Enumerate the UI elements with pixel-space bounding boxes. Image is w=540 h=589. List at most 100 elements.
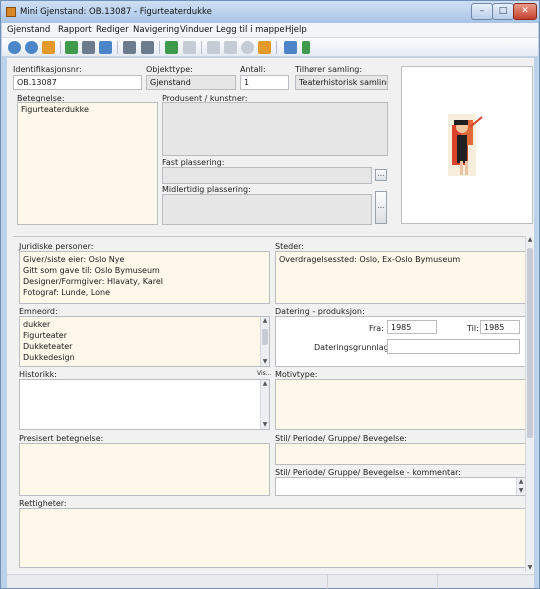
rettigheter-label: Rettigheter: — [19, 499, 67, 508]
document-icon[interactable] — [99, 41, 112, 54]
juridiske-personer-field[interactable]: Giver/siste eier: Oslo Nye Gitt som gave… — [19, 251, 270, 304]
app-icon — [6, 7, 16, 17]
app-window: Mini Gjenstand: OB.13087 - Figurteaterdu… — [0, 0, 540, 589]
stil-kommentar-spinner[interactable]: ▲ ▼ — [516, 478, 525, 495]
copy-record-icon[interactable] — [82, 41, 95, 54]
scroll-up-icon[interactable]: ▲ — [526, 236, 534, 244]
scroll-down-icon[interactable]: ▼ — [261, 358, 269, 366]
betegnelse-field[interactable]: Figurteaterdukke — [17, 102, 158, 225]
list-view-icon[interactable] — [123, 41, 136, 54]
objekttype-field[interactable]: Gjenstand — [146, 75, 236, 90]
midlertidig-plassering-browse-button[interactable]: ... — [375, 191, 387, 224]
zoom-in-icon[interactable] — [8, 41, 21, 54]
stil-field[interactable] — [275, 443, 526, 465]
produsent-field[interactable] — [162, 102, 388, 156]
tilhorer-samling-field[interactable]: Teaterhistorisk samling — [295, 75, 388, 90]
stil-label: Stil/ Periode/ Gruppe/ Bevegelse: — [275, 434, 407, 443]
emneord-item[interactable]: Dukkedesign — [23, 352, 257, 363]
juridiske-personer-label: Juridiske personer: — [19, 242, 94, 251]
fast-plassering-field[interactable] — [162, 167, 372, 184]
antall-label: Antall: — [240, 65, 266, 74]
maximize-button[interactable]: □ — [492, 3, 514, 20]
status-separator — [437, 575, 438, 589]
juridisk-person-line: Designer/Formgiver: Hlavaty, Karel — [23, 277, 164, 286]
fast-plassering-browse-button[interactable]: ... — [375, 169, 387, 181]
identifikasjonsnr-label: Identifikasjonsnr: — [13, 65, 82, 74]
minimize-icon: – — [479, 6, 485, 16]
presisert-betegnelse-field[interactable] — [19, 443, 270, 496]
midlertidig-plassering-field[interactable] — [162, 194, 372, 225]
edit-icon[interactable] — [207, 41, 220, 54]
object-image[interactable] — [401, 66, 533, 224]
fast-plassering-label: Fast plassering: — [162, 158, 225, 167]
toolbar-separator — [159, 41, 160, 54]
title-bar[interactable]: Mini Gjenstand: OB.13087 - Figurteaterdu… — [1, 1, 539, 23]
toolbar — [2, 38, 538, 57]
cancel-icon[interactable] — [241, 41, 254, 54]
toolbar-separator — [201, 41, 202, 54]
close-icon: ✕ — [521, 6, 529, 16]
rettigheter-field[interactable] — [19, 508, 526, 568]
scroll-down-icon[interactable]: ▼ — [261, 421, 269, 429]
antall-field[interactable]: 1 — [240, 75, 289, 90]
emneord-list[interactable]: dukker Figurteater Dukketeater Dukkedesi… — [19, 316, 270, 367]
menu-bar: Gjenstand Rapport Rediger Navigering Vin… — [2, 23, 538, 38]
spin-down-icon[interactable]: ▼ — [517, 487, 525, 495]
til-field[interactable]: 1985 — [480, 320, 520, 334]
motivtype-label: Motivtype: — [275, 370, 318, 379]
motivtype-field[interactable] — [275, 379, 526, 430]
menu-gjenstand[interactable]: Gjenstand — [7, 25, 50, 35]
historikk-field[interactable] — [19, 379, 270, 430]
section-divider — [13, 236, 527, 237]
duplicate-icon[interactable] — [183, 41, 196, 54]
menu-navigering[interactable]: Navigering — [133, 25, 179, 35]
menu-legg-til-i-mappe[interactable]: Legg til i mappe — [216, 25, 285, 35]
steder-field[interactable]: Overdragelsessted: Oslo, Ex-Oslo Bymuseu… — [275, 251, 526, 304]
zoom-out-icon[interactable] — [25, 41, 38, 54]
historikk-label: Historikk: — [19, 370, 57, 379]
menu-rediger[interactable]: Rediger — [96, 25, 129, 35]
toolbar-separator — [276, 41, 277, 54]
juridisk-person-line: Giver/siste eier: Oslo Nye — [23, 255, 125, 264]
search-icon[interactable] — [42, 41, 55, 54]
juridisk-person-line: Fotograf: Lunde, Lone — [23, 288, 111, 297]
scroll-thumb[interactable] — [527, 248, 533, 438]
spin-up-icon[interactable]: ▲ — [517, 478, 525, 486]
puppet-image — [448, 114, 483, 176]
menu-vinduer[interactable]: Vinduer — [180, 25, 213, 35]
window-title: Mini Gjenstand: OB.13087 - Figurteaterdu… — [20, 7, 212, 17]
dateringsgrunnlag-field[interactable] — [387, 339, 520, 354]
emneord-label: Emneord: — [19, 307, 58, 316]
menu-rapport[interactable]: Rapport — [58, 25, 92, 35]
new-record-icon[interactable] — [65, 41, 78, 54]
upload-arrow-icon[interactable] — [302, 41, 310, 54]
toolbar-separator — [117, 41, 118, 54]
historikk-vis-link[interactable]: Vis... — [257, 370, 272, 377]
scroll-thumb[interactable] — [262, 329, 268, 345]
minimize-button[interactable]: – — [471, 3, 493, 20]
stil-kommentar-field[interactable] — [275, 477, 526, 496]
close-button[interactable]: ✕ — [513, 3, 537, 20]
sted-line: Overdragelsessted: Oslo, Ex-Oslo Bymuseu… — [279, 255, 461, 264]
tree-icon[interactable] — [165, 41, 178, 54]
main-scrollbar[interactable]: ▲ ▼ — [525, 236, 534, 572]
scroll-up-icon[interactable]: ▲ — [261, 380, 269, 388]
tilhorer-samling-label: Tilhører samling: — [295, 65, 363, 74]
emneord-item[interactable]: dukker — [23, 319, 257, 330]
dateringsgrunnlag-label: Dateringsgrunnlag: — [314, 343, 392, 352]
print-icon[interactable] — [141, 41, 154, 54]
toolbar-separator — [60, 41, 61, 54]
menu-hjelp[interactable]: Hjelp — [285, 25, 307, 35]
emneord-scrollbar[interactable]: ▲ ▼ — [260, 317, 269, 366]
fra-field[interactable]: 1985 — [387, 320, 437, 334]
emneord-item[interactable]: Dukketeater — [23, 341, 257, 352]
scroll-down-icon[interactable]: ▼ — [526, 564, 534, 572]
identifikasjonsnr-field[interactable]: OB.13087 — [13, 75, 142, 90]
lock-icon[interactable] — [258, 41, 271, 54]
emneord-item[interactable]: Figurteater — [23, 330, 257, 341]
approve-icon[interactable] — [224, 41, 237, 54]
scroll-up-icon[interactable]: ▲ — [261, 317, 269, 325]
datering-label: Datering - produksjon: — [275, 307, 365, 316]
historikk-scrollbar[interactable]: ▲ ▼ — [260, 380, 269, 429]
wrench-icon[interactable] — [284, 41, 297, 54]
